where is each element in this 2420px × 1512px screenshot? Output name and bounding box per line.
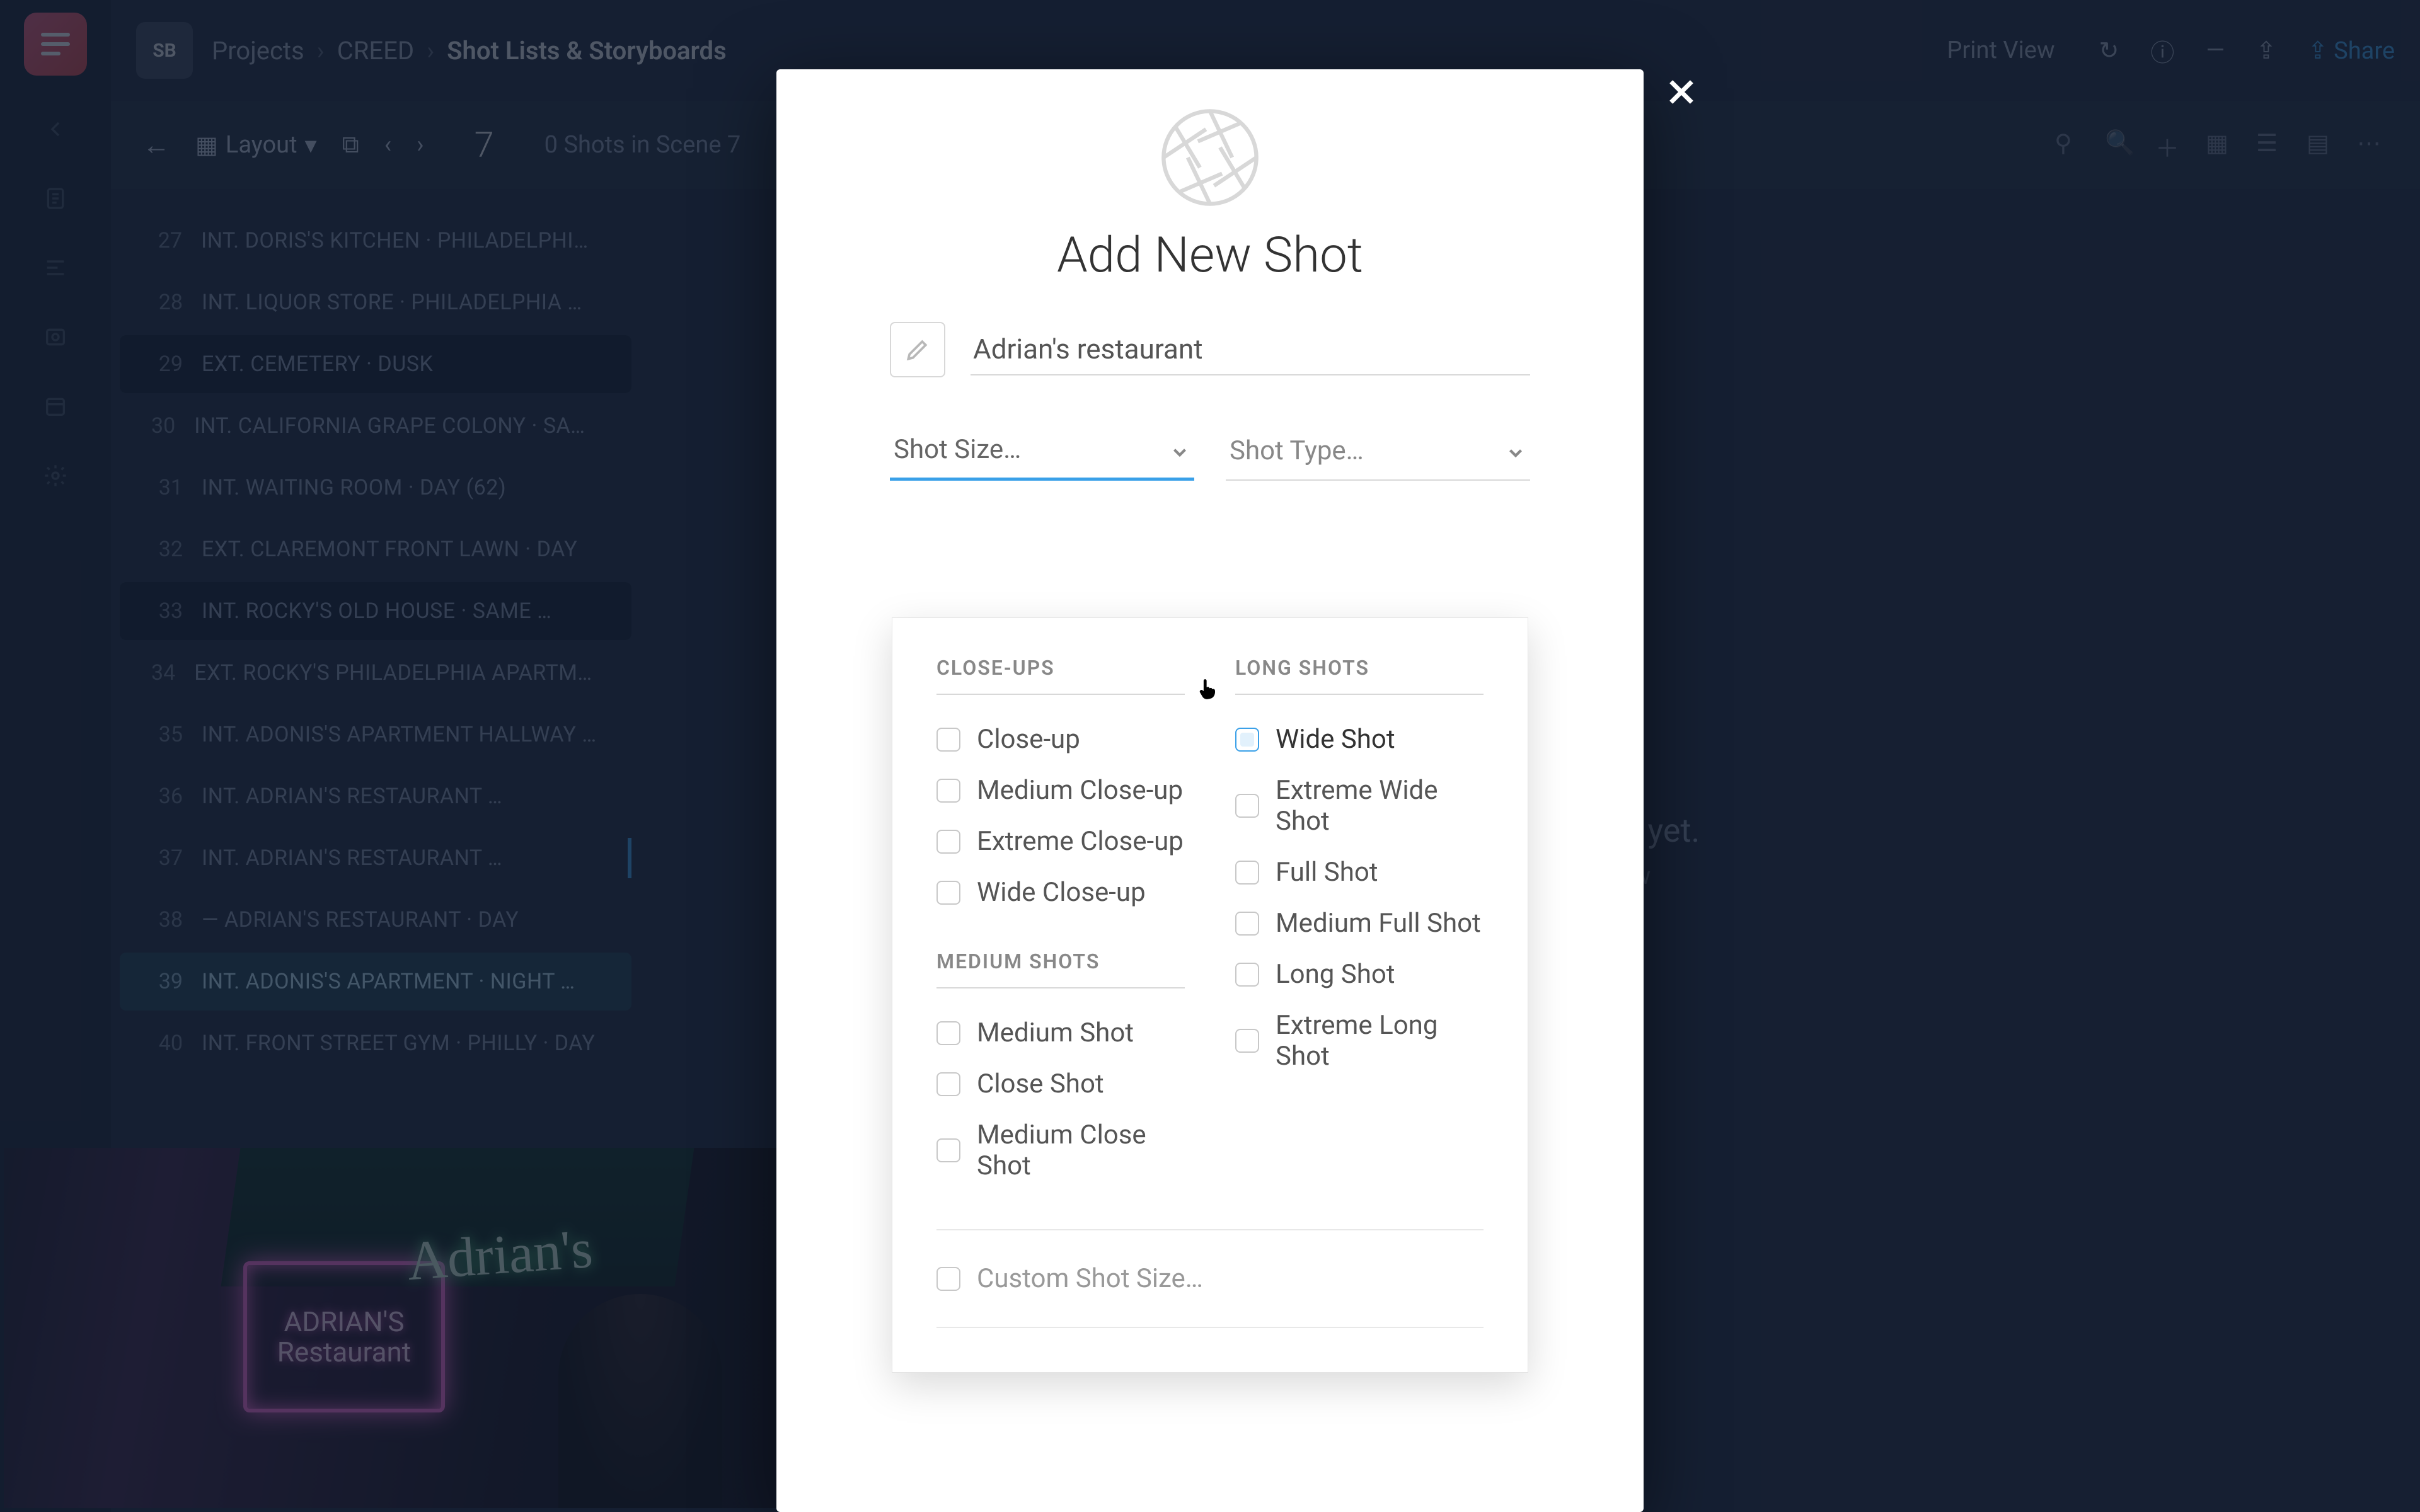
shot-size-option[interactable]: Medium Close-up [936,765,1185,816]
option-label: Long Shot [1276,959,1395,990]
shot-size-option[interactable]: Long Shot [1235,949,1484,1000]
shot-size-option[interactable]: Full Shot [1235,847,1484,898]
shot-size-option[interactable]: Wide Shot [1235,714,1484,765]
checkbox-icon [1235,794,1259,818]
shot-size-option[interactable]: Extreme Long Shot [1235,1000,1484,1082]
checkbox-icon [1235,861,1259,885]
option-label: Close Shot [977,1068,1104,1099]
modal-wrap: Add New Shot Shot Size… Shot Type… CLOSE… [0,0,2420,1512]
close-icon[interactable] [1656,67,1707,117]
shot-size-option[interactable]: Medium Full Shot [1235,898,1484,949]
modal-title: Add New Shot [1057,227,1363,284]
shot-size-option[interactable]: Wide Close-up [936,867,1185,918]
checkbox-icon [936,728,960,752]
option-label: Medium Close-up [977,775,1183,806]
checkbox-icon [1235,912,1259,936]
option-label: Medium Full Shot [1276,908,1481,939]
shot-size-option[interactable]: Extreme Close-up [936,816,1185,867]
shot-type-dropdown[interactable]: Shot Type… [1226,421,1530,481]
shot-size-dropdown[interactable]: Shot Size… [890,421,1194,481]
option-label: Extreme Long Shot [1276,1010,1484,1072]
aperture-icon [1160,107,1260,208]
option-label: Medium Shot [977,1017,1134,1048]
checkbox-icon [936,830,960,854]
shot-size-option[interactable]: Close Shot [936,1058,1185,1109]
group-heading-long: LONG SHOTS [1235,656,1484,695]
option-label: Custom Shot Size… [977,1263,1203,1294]
shot-size-option[interactable]: Close-up [936,714,1185,765]
chevron-down-icon [1169,439,1190,461]
chevron-down-icon [1505,440,1526,461]
option-label: Extreme Wide Shot [1276,775,1484,837]
option-label: Wide Shot [1276,724,1395,755]
shot-size-label: Shot Size… [894,434,1021,465]
group-heading-medium: MEDIUM SHOTS [936,949,1185,988]
custom-shot-size-option[interactable]: Custom Shot Size… [936,1253,1484,1304]
checkbox-icon [1235,963,1259,987]
checkbox-icon [1235,728,1259,752]
option-label: Close-up [977,724,1080,755]
checkbox-icon [1235,1029,1259,1053]
checkbox-icon [936,779,960,803]
checkbox-icon [936,1267,960,1291]
option-label: Medium Close Shot [977,1120,1185,1181]
option-label: Extreme Close-up [977,826,1184,857]
shot-size-option[interactable]: Extreme Wide Shot [1235,765,1484,847]
shot-size-panel: CLOSE-UPS Close-up Medium Close-up Extreme… [892,617,1528,1373]
checkbox-icon [936,1072,960,1096]
checkbox-icon [936,1021,960,1045]
checkbox-icon [936,1138,960,1162]
group-heading-closeups: CLOSE-UPS [936,656,1185,695]
option-label: Wide Close-up [977,877,1146,908]
add-shot-modal: Add New Shot Shot Size… Shot Type… CLOSE… [776,69,1644,1512]
option-label: Full Shot [1276,857,1378,888]
pencil-icon [890,322,945,377]
shot-size-option[interactable]: Medium Close Shot [936,1109,1185,1191]
checkbox-icon [936,881,960,905]
shot-description-input[interactable] [971,324,1530,375]
shot-type-label: Shot Type… [1230,435,1364,466]
shot-size-option[interactable]: Medium Shot [936,1007,1185,1058]
